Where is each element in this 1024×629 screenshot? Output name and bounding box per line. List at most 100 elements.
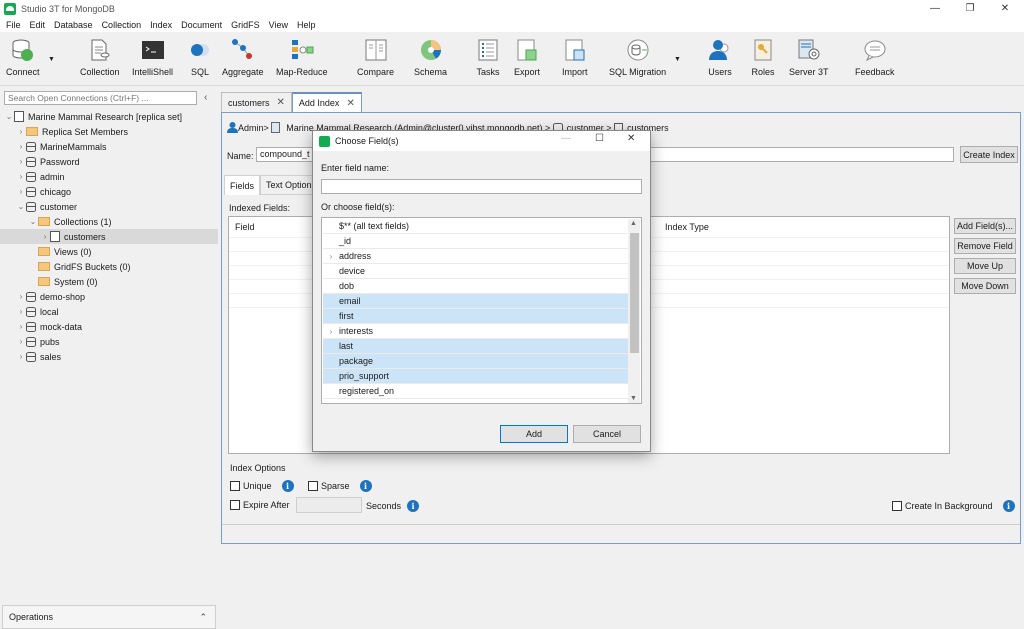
roles-button[interactable]: Roles xyxy=(751,38,775,77)
field-list-item[interactable]: last xyxy=(323,339,628,354)
tree-item[interactable]: › Replica Set Members xyxy=(0,124,218,139)
info-icon[interactable]: i xyxy=(359,480,372,492)
remove-field-button[interactable]: Remove Field xyxy=(954,238,1016,254)
chevron-right-icon[interactable]: › xyxy=(16,322,26,331)
move-down-button[interactable]: Move Down xyxy=(954,278,1016,294)
sparse-checkbox[interactable]: Sparse i xyxy=(308,480,372,492)
tree-item[interactable]: › admin xyxy=(0,169,218,184)
expire-seconds-input[interactable] xyxy=(296,497,362,513)
chevron-right-icon[interactable]: › xyxy=(16,307,26,316)
tree-item[interactable]: › pubs xyxy=(0,334,218,349)
tree-item[interactable]: ⌄ Marine Mammal Research [replica set] xyxy=(0,109,218,124)
expand-chevron-icon[interactable]: › xyxy=(323,327,339,336)
intellishell-button[interactable]: IntelliShell xyxy=(132,38,173,77)
info-icon[interactable]: i xyxy=(407,500,420,512)
users-button[interactable]: Users xyxy=(708,38,732,77)
field-list-item[interactable]: › interests xyxy=(323,324,628,339)
menu-edit[interactable]: Edit xyxy=(30,20,46,30)
menu-database[interactable]: Database xyxy=(54,20,93,30)
field-list-item[interactable]: › address xyxy=(323,249,628,264)
import-button[interactable]: Import xyxy=(562,38,588,77)
tree-item[interactable]: System (0) xyxy=(0,274,218,289)
expire-after-checkbox[interactable]: Expire After xyxy=(230,500,290,510)
sql-button[interactable]: SQL xyxy=(188,38,212,77)
scrollbar-thumb[interactable] xyxy=(630,233,639,353)
collapse-sidebar-icon[interactable]: ‹ xyxy=(204,92,207,103)
tree-item[interactable]: › demo-shop xyxy=(0,289,218,304)
cancel-button[interactable]: Cancel xyxy=(573,425,641,443)
chevron-right-icon[interactable]: › xyxy=(16,292,26,301)
tab-customers[interactable]: customers ✕ xyxy=(221,92,292,112)
dialog-minimize-button[interactable]: — xyxy=(561,133,571,144)
info-icon[interactable]: i xyxy=(281,480,294,492)
field-list-item[interactable]: first xyxy=(323,309,628,324)
field-list-item[interactable]: email xyxy=(323,294,628,309)
scroll-up-icon[interactable]: ▲ xyxy=(630,220,637,227)
unique-checkbox[interactable]: Unique i xyxy=(230,480,294,492)
chevron-right-icon[interactable]: › xyxy=(16,172,26,181)
dialog-title-bar[interactable]: Choose Field(s) — ☐ ✕ xyxy=(313,131,650,151)
column-header-index-type[interactable]: Index Type xyxy=(659,217,709,237)
tree-item[interactable]: › MarineMammals xyxy=(0,139,218,154)
chevron-right-icon[interactable]: › xyxy=(16,157,26,166)
info-icon[interactable]: i xyxy=(1002,500,1015,512)
move-up-button[interactable]: Move Up xyxy=(954,258,1016,274)
menu-collection[interactable]: Collection xyxy=(102,20,142,30)
feedback-button[interactable]: Feedback xyxy=(855,38,895,77)
column-header-field[interactable]: Field xyxy=(229,217,255,237)
chevron-down-icon[interactable]: ⌄ xyxy=(16,202,26,211)
field-list-scrollbar[interactable]: ▲ ▼ xyxy=(628,219,640,403)
chevron-right-icon[interactable]: › xyxy=(16,337,26,346)
scroll-down-icon[interactable]: ▼ xyxy=(630,395,637,402)
chevron-right-icon[interactable]: › xyxy=(16,352,26,361)
chevron-right-icon[interactable]: › xyxy=(16,187,26,196)
tree-item[interactable]: ⌄ customer xyxy=(0,199,218,214)
connect-dropdown-icon[interactable]: ▼ xyxy=(48,56,55,63)
tree-item[interactable]: ⌄ Collections (1) xyxy=(0,214,218,229)
tree-item[interactable]: GridFS Buckets (0) xyxy=(0,259,218,274)
tree-item[interactable]: › sales xyxy=(0,349,218,364)
field-list-item[interactable]: registered_on xyxy=(323,384,628,399)
tasks-button[interactable]: Tasks xyxy=(476,38,500,77)
menu-index[interactable]: Index xyxy=(150,20,172,30)
search-connections-input[interactable]: Search Open Connections (Ctrl+F) ... xyxy=(4,91,197,105)
maximize-button[interactable]: ❐ xyxy=(953,0,987,17)
compare-button[interactable]: Compare xyxy=(357,38,394,77)
minimize-button[interactable]: — xyxy=(918,0,952,17)
menu-view[interactable]: View xyxy=(269,20,288,30)
chevron-right-icon[interactable]: › xyxy=(16,142,26,151)
create-index-button[interactable]: Create Index xyxy=(960,146,1018,163)
chevron-up-icon[interactable]: ⌃ xyxy=(199,612,207,623)
operations-panel[interactable]: Operations ⌃ xyxy=(2,605,216,629)
add-fields-button[interactable]: Add Field(s)... xyxy=(954,218,1016,234)
close-tab-icon[interactable]: ✕ xyxy=(346,98,354,109)
chevron-right-icon[interactable]: › xyxy=(40,232,50,241)
field-list-item[interactable]: device xyxy=(323,264,628,279)
server-3t-button[interactable]: Server 3T xyxy=(789,38,829,77)
tab-fields[interactable]: Fields xyxy=(224,175,261,195)
export-button[interactable]: Export xyxy=(514,38,540,77)
menu-file[interactable]: File xyxy=(6,20,21,30)
tree-item[interactable]: Views (0) xyxy=(0,244,218,259)
field-list-item[interactable]: prio_support xyxy=(323,369,628,384)
tree-item[interactable]: › Password xyxy=(0,154,218,169)
expand-chevron-icon[interactable]: › xyxy=(323,252,339,261)
collection-button[interactable]: Collection xyxy=(80,38,120,77)
tree-item[interactable]: › chicago xyxy=(0,184,218,199)
field-name-input[interactable] xyxy=(321,179,642,194)
connect-button[interactable]: Connect xyxy=(6,38,40,77)
aggregate-button[interactable]: Aggregate xyxy=(222,38,264,77)
tree-item[interactable]: › customers xyxy=(0,229,218,244)
field-list-item[interactable]: $** (all text fields) xyxy=(323,219,628,234)
tree-item[interactable]: › mock-data xyxy=(0,319,218,334)
sql-migration-dropdown-icon[interactable]: ▼ xyxy=(674,56,681,63)
chevron-down-icon[interactable]: ⌄ xyxy=(4,112,14,121)
tree-item[interactable]: › local xyxy=(0,304,218,319)
menu-document[interactable]: Document xyxy=(181,20,222,30)
menu-help[interactable]: Help xyxy=(297,20,316,30)
chevron-right-icon[interactable]: › xyxy=(16,127,26,136)
chevron-down-icon[interactable]: ⌄ xyxy=(28,217,38,226)
dialog-maximize-button[interactable]: ☐ xyxy=(595,133,604,144)
map-reduce-button[interactable]: Map-Reduce xyxy=(276,38,328,77)
field-list-item[interactable]: dob xyxy=(323,279,628,294)
